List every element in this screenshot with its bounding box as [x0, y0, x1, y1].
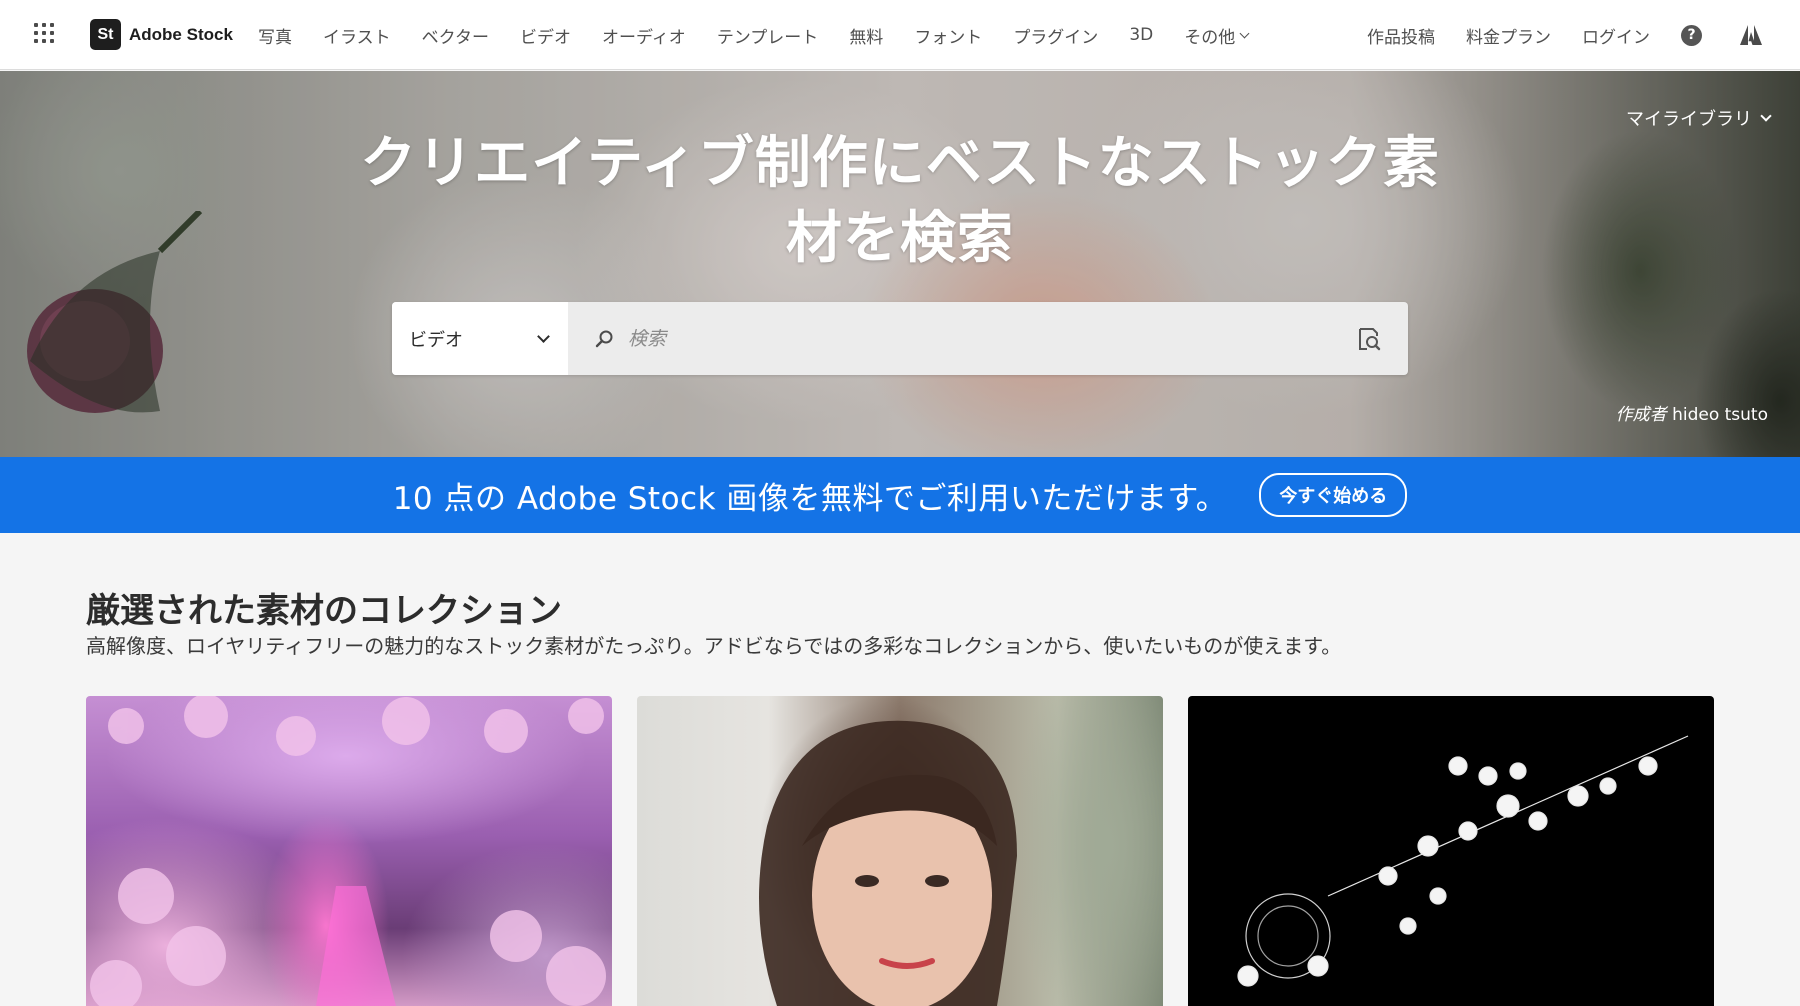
nav-link-videos[interactable]: ビデオ	[520, 23, 571, 48]
brand-home-link[interactable]: St Adobe Stock	[90, 19, 233, 50]
credit-prefix: 作成者	[1615, 405, 1667, 425]
nav-link-3d[interactable]: 3D	[1129, 25, 1153, 45]
category-nav: 写真 イラスト ベクター ビデオ オーディオ テンプレート 無料 フォント プラ…	[258, 0, 1279, 70]
search-bar: ビデオ	[392, 302, 1408, 375]
my-library-label: マイライブラリ	[1626, 109, 1752, 130]
search-type-dropdown[interactable]: ビデオ	[392, 302, 568, 375]
app-grid-icon[interactable]	[34, 23, 56, 45]
image-credit: 作成者 hideo tsuto	[1616, 400, 1768, 425]
nav-link-pricing[interactable]: 料金プラン	[1466, 23, 1551, 48]
help-icon[interactable]: ?	[1681, 24, 1702, 46]
free-trial-banner: 10 点の Adobe Stock 画像を無料でご利用いただけます。 今すぐ始め…	[0, 457, 1800, 533]
chevron-down-icon	[1760, 110, 1772, 122]
visual-search-icon[interactable]	[1356, 326, 1382, 352]
collection-card-dandelion[interactable]	[1188, 696, 1714, 1006]
hero-banner: マイライブラリ クリエイティブ制作にベストなストック素 材を検索 ビデオ 作成者	[0, 71, 1800, 457]
hero-title-line1: クリエイティブ制作にベストなストック素	[360, 131, 1440, 196]
search-input[interactable]	[628, 327, 1356, 350]
credit-author[interactable]: hideo tsuto	[1672, 405, 1768, 425]
collection-card-portrait[interactable]	[637, 696, 1163, 1006]
nav-link-plugins[interactable]: プラグイン	[1013, 23, 1098, 48]
nav-link-photos[interactable]: 写真	[258, 23, 292, 48]
nav-link-login[interactable]: ログイン	[1582, 23, 1650, 48]
nav-link-illustrations[interactable]: イラスト	[323, 23, 391, 48]
collection-card-cherry-blossoms[interactable]	[86, 696, 612, 1006]
chevron-down-icon	[1239, 28, 1250, 38]
search-icon	[595, 330, 613, 347]
nav-link-templates[interactable]: テンプレート	[717, 23, 819, 48]
hero-title: クリエイティブ制作にベストなストック素 材を検索	[300, 126, 1500, 276]
nav-more-menu[interactable]: その他	[1184, 23, 1250, 48]
free-trial-text: 10 点の Adobe Stock 画像を無料でご利用いただけます。	[392, 480, 1228, 517]
portrait-image	[759, 720, 1017, 1006]
top-navigation: St Adobe Stock 写真 イラスト ベクター ビデオ オーディオ テン…	[0, 0, 1800, 70]
account-nav: 作品投稿 料金プラン ログイン ?	[1367, 0, 1762, 70]
collection-title: 厳選された素材のコレクション	[86, 591, 562, 631]
adobe-stock-logo: St	[90, 19, 121, 50]
nav-link-fonts[interactable]: フォント	[914, 23, 982, 48]
brand-name: Adobe Stock	[129, 24, 233, 44]
adobe-logo-icon[interactable]	[1740, 25, 1762, 45]
nav-link-vectors[interactable]: ベクター	[422, 23, 489, 48]
cherry-blossom-image	[90, 696, 606, 1006]
my-library-menu[interactable]: マイライブラリ	[1626, 105, 1772, 131]
nav-link-free[interactable]: 無料	[849, 23, 883, 48]
search-field	[568, 302, 1408, 375]
chevron-down-icon	[537, 329, 550, 343]
nav-more-label: その他	[1184, 27, 1236, 48]
dandelion-image	[1237, 735, 1689, 987]
collection-description: 高解像度、ロイヤリティフリーの魅力的なストック素材がたっぷり。アドビならではの多…	[86, 634, 1342, 658]
nav-link-audio[interactable]: オーディオ	[602, 23, 686, 48]
search-type-selected: ビデオ	[409, 329, 463, 351]
start-now-button[interactable]: 今すぐ始める	[1259, 473, 1408, 517]
collection-cards	[86, 696, 1714, 1006]
nav-link-contributor[interactable]: 作品投稿	[1367, 23, 1435, 48]
hero-title-line2: 材を検索	[786, 206, 1014, 271]
